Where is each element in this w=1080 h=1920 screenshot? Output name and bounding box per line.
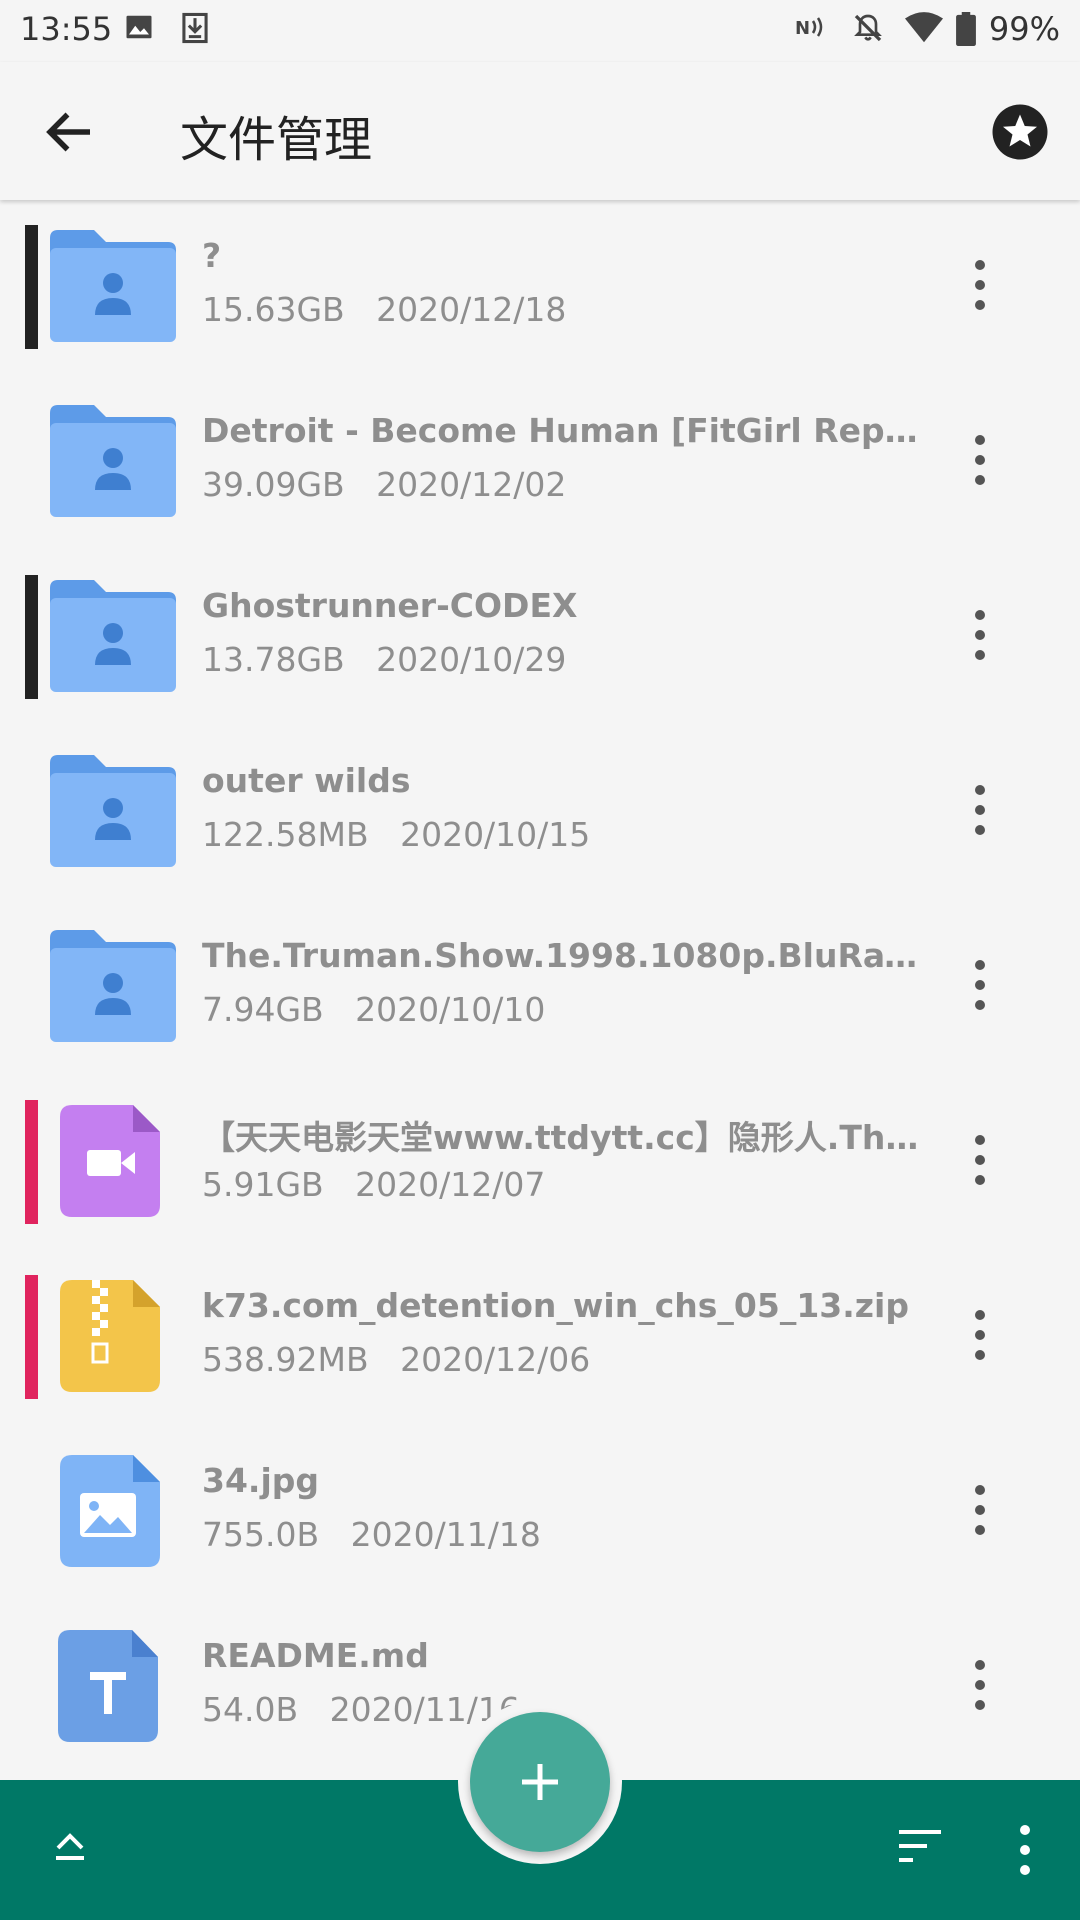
file-list-item[interactable]: Ghostrunner-CODEX 13.78GB 2020/10/29 (0, 550, 1080, 725)
svg-text:N: N (795, 18, 810, 39)
file-name: README.md (202, 1636, 429, 1675)
star-circle-icon[interactable] (990, 102, 1050, 162)
file-list: ? 15.63GB 2020/12/18 Detroit - Become Hu… (0, 200, 1080, 1780)
file-date: 2020/10/15 (400, 815, 591, 854)
file-name: 【天天电影天堂www.ttdytt.cc】隐形人.The.I... (202, 1118, 922, 1157)
file-size: 5.91GB (202, 1165, 324, 1204)
file-date: 2020/10/29 (376, 640, 567, 679)
selection-marker (25, 225, 38, 349)
file-name: Detroit - Become Human [FitGirl Repack] (202, 411, 922, 450)
file-list-item[interactable]: Detroit - Become Human [FitGirl Repack] … (0, 375, 1080, 550)
file-meta: 538.92MB 2020/12/06 (202, 1340, 590, 1379)
status-bar: 13:55 N 99% (0, 0, 1080, 62)
folder-user-icon (50, 930, 176, 1042)
selection-marker (25, 1275, 38, 1399)
file-meta: 15.63GB 2020/12/18 (202, 290, 566, 329)
file-date: 2020/12/07 (355, 1165, 546, 1204)
video-file-icon (60, 1105, 160, 1217)
file-list-item[interactable]: k73.com_detention_win_chs_05_13.zip 538.… (0, 1250, 1080, 1425)
selection-marker (25, 1100, 38, 1224)
file-name: Ghostrunner-CODEX (202, 586, 578, 625)
add-fab-button[interactable] (470, 1712, 610, 1852)
file-name: 34.jpg (202, 1461, 320, 1500)
file-meta: 7.94GB 2020/10/10 (202, 990, 545, 1029)
page-title: 文件管理 (180, 112, 373, 168)
file-size: 39.09GB (202, 465, 345, 504)
file-size: 13.78GB (202, 640, 345, 679)
status-time: 13:55 (20, 10, 113, 48)
arrow-left-icon[interactable] (40, 102, 100, 162)
more-vert-icon[interactable] (960, 1300, 1000, 1370)
file-date: 2020/12/02 (376, 465, 567, 504)
download-icon (182, 12, 208, 44)
more-vert-icon[interactable] (960, 425, 1000, 495)
text-file-icon (58, 1630, 158, 1742)
file-name: ? (202, 236, 222, 275)
more-vert-icon[interactable] (960, 250, 1000, 320)
file-meta: 39.09GB 2020/12/02 (202, 465, 566, 504)
battery-icon (956, 12, 976, 46)
sort-icon[interactable] (895, 1826, 945, 1866)
file-name: outer wilds (202, 761, 411, 800)
nfc-icon: N (795, 17, 823, 39)
wifi-icon (905, 12, 943, 43)
folder-user-icon (50, 405, 176, 517)
file-meta: 755.0B 2020/11/18 (202, 1515, 541, 1554)
file-list-item[interactable]: outer wilds 122.58MB 2020/10/15 (0, 725, 1080, 900)
app-bar: 文件管理 (0, 62, 1080, 200)
file-list-item[interactable]: 34.jpg 755.0B 2020/11/18 (0, 1425, 1080, 1600)
file-size: 538.92MB (202, 1340, 369, 1379)
file-date: 2020/11/18 (350, 1515, 541, 1554)
more-vert-icon[interactable] (960, 950, 1000, 1020)
battery-percentage: 99% (988, 10, 1060, 48)
folder-user-icon (50, 755, 176, 867)
file-size: 54.0B (202, 1690, 299, 1729)
more-vert-icon[interactable] (1005, 1820, 1045, 1880)
file-date: 2020/10/10 (355, 990, 546, 1029)
folder-user-icon (50, 230, 176, 342)
file-name: k73.com_detention_win_chs_05_13.zip (202, 1286, 909, 1325)
file-date: 2020/12/18 (376, 290, 567, 329)
image-file-icon (60, 1455, 160, 1567)
image-icon (126, 15, 152, 39)
file-size: 7.94GB (202, 990, 324, 1029)
file-meta: 5.91GB 2020/12/07 (202, 1165, 545, 1204)
file-size: 755.0B (202, 1515, 320, 1554)
file-meta: 13.78GB 2020/10/29 (202, 640, 566, 679)
folder-user-icon (50, 580, 176, 692)
selection-marker (25, 575, 38, 699)
more-vert-icon[interactable] (960, 1125, 1000, 1195)
file-date: 2020/12/06 (400, 1340, 591, 1379)
file-size: 15.63GB (202, 290, 345, 329)
plus-icon (522, 1764, 558, 1800)
zip-file-icon (60, 1280, 160, 1392)
file-list-item[interactable]: 【天天电影天堂www.ttdytt.cc】隐形人.The.I... 5.91GB… (0, 1075, 1080, 1250)
more-vert-icon[interactable] (960, 1475, 1000, 1545)
collapse-up-icon[interactable] (50, 1826, 90, 1866)
file-list-item[interactable]: The.Truman.Show.1998.1080p.BluRay.x264..… (0, 900, 1080, 1075)
file-name: The.Truman.Show.1998.1080p.BluRay.x264..… (202, 936, 922, 975)
file-size: 122.58MB (202, 815, 369, 854)
more-vert-icon[interactable] (960, 1650, 1000, 1720)
more-vert-icon[interactable] (960, 600, 1000, 670)
file-meta: 122.58MB 2020/10/15 (202, 815, 590, 854)
more-vert-icon[interactable] (960, 775, 1000, 845)
file-list-item[interactable]: ? 15.63GB 2020/12/18 (0, 200, 1080, 375)
notifications-off-icon (854, 14, 882, 42)
